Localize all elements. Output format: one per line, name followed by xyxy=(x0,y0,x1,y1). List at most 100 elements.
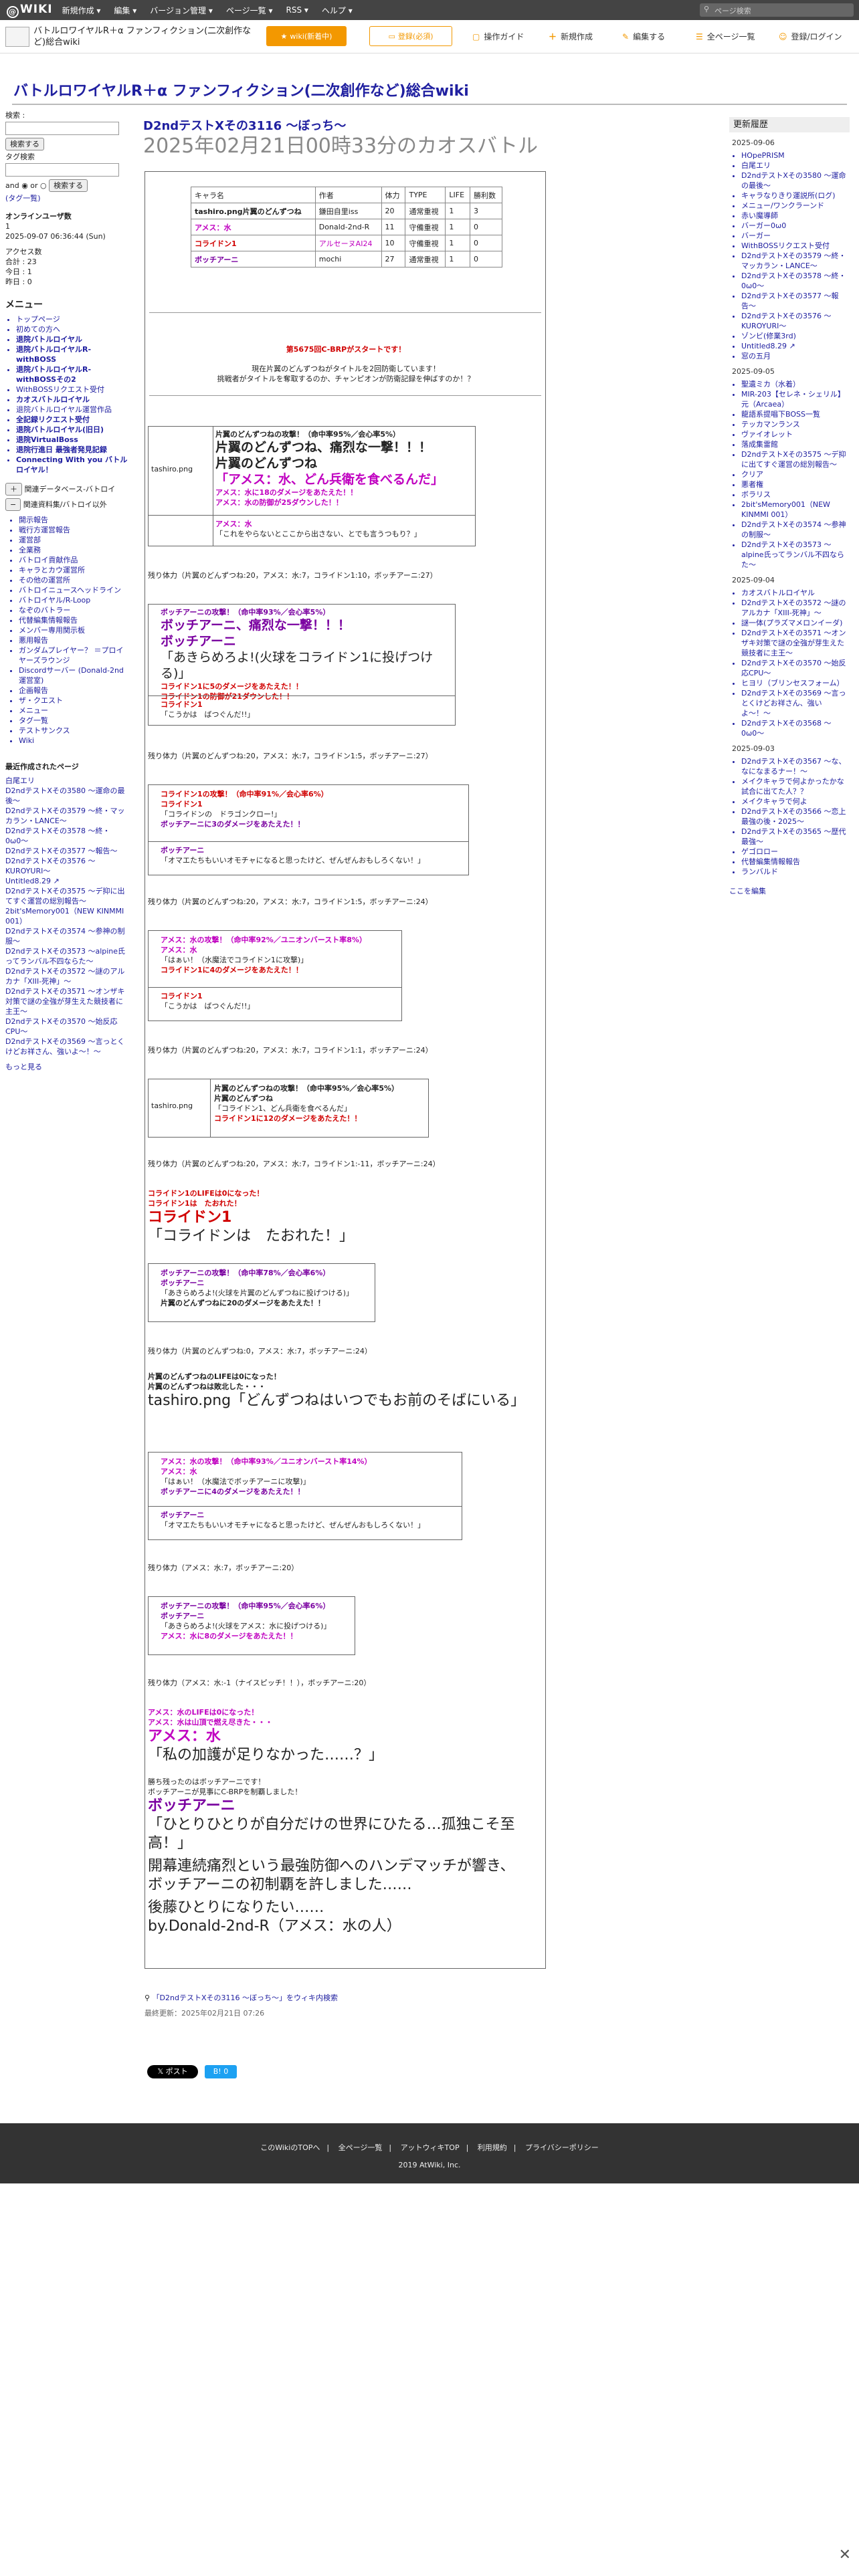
nav-all-pages[interactable]: ☰ 全ページ一覧 xyxy=(696,31,755,42)
update-item[interactable]: ボラリス xyxy=(741,490,850,500)
update-item[interactable]: D2ndテストXその3572 〜謎のアルカナ「XIII-死神」〜 xyxy=(741,598,850,618)
update-item[interactable]: D2ndテストXその3570 〜始反応CPU〜 xyxy=(741,658,850,678)
wiki-search-button[interactable]: 検索する xyxy=(5,138,44,150)
tree-item[interactable]: タグ一覧 xyxy=(19,716,129,726)
update-item[interactable]: テッカマンランス xyxy=(741,419,850,429)
wiki-search-input[interactable] xyxy=(5,122,119,135)
tree-item[interactable]: 全業務 xyxy=(19,545,129,555)
expand-button[interactable]: ＋ xyxy=(5,483,22,496)
recent-item[interactable]: D2ndテストXその3571 〜オンザキ対策で謎の全強が芽生えた競技者に主王〜 xyxy=(5,986,129,1016)
nav-guide[interactable]: ▢ 操作ガイド xyxy=(472,31,524,42)
update-item[interactable]: メイクキャラで何よ xyxy=(741,796,850,807)
menu-item[interactable]: 初めての方へ xyxy=(16,324,129,334)
update-item[interactable]: Untitled8.29 ↗ xyxy=(741,341,850,351)
menu-item[interactable]: 全記録リクエスト受付 xyxy=(16,415,129,425)
tree-item[interactable]: ガンダムプレイヤー？ ＝プロイヤーズラウンジ xyxy=(19,645,129,665)
update-item[interactable]: キャラなりきり運説所(ログ) xyxy=(741,191,850,201)
update-item[interactable]: D2ndテストXその3580 〜運命の最後〜 xyxy=(741,171,850,191)
update-item[interactable]: D2ndテストXその3566 〜恋上最強の後・2025〜 xyxy=(741,807,850,827)
footer-link[interactable]: プライバシーポリシー xyxy=(525,2143,599,2152)
recent-item[interactable]: D2ndテストXその3574 〜参神の制服〜 xyxy=(5,926,129,946)
update-item[interactable]: 2bit'sMemory001（NEW KINMMI 001） xyxy=(741,500,850,520)
menu-version[interactable]: バージョン管理 ▾ xyxy=(150,5,213,16)
update-item[interactable]: 窓の五月 xyxy=(741,351,850,361)
tree-label[interactable]: 関連資料集/バトロイ以外 xyxy=(23,500,107,509)
update-item[interactable]: 代替編集情報報告 xyxy=(741,857,850,867)
update-item[interactable]: ヒヨリ（ブリンセスフォーム） xyxy=(741,678,850,688)
menu-item[interactable]: Connecting With you バトルロイヤル！ xyxy=(16,455,129,475)
site-name[interactable]: バトルロワイヤルR＋α ファンフィクション(二次創作など)総合wiki xyxy=(33,25,254,48)
recent-item[interactable]: D2ndテストXその3580 〜運命の最後〜 xyxy=(5,786,129,806)
update-item[interactable]: D2ndテストXその3571 〜オンザキ対策で謎の全強が芽生えた競技者に主王〜 xyxy=(741,628,850,658)
update-item[interactable]: 落成集雷館 xyxy=(741,439,850,449)
tree-item[interactable]: バトロイヤル/R-Loop xyxy=(19,595,129,605)
tree-item[interactable]: キャラとカウ運営所 xyxy=(19,565,129,575)
tree-item[interactable]: Discordサーバー (Donald-2nd運営室) xyxy=(19,665,129,685)
update-item[interactable]: 聖遺ミカ（水着） xyxy=(741,379,850,389)
update-item[interactable]: D2ndテストXその3568 〜0ω0〜 xyxy=(741,718,850,738)
update-item[interactable]: カオスバトルロイヤル xyxy=(741,588,850,598)
wiki-news-button[interactable]: ★ wiki(新着中) xyxy=(266,26,347,46)
share-x-button[interactable]: 𝕏 ポスト xyxy=(147,2065,198,2078)
recent-item[interactable]: D2ndテストXその3577 〜報告〜 xyxy=(5,846,129,856)
collapse-button[interactable]: − xyxy=(5,498,21,511)
and-radio[interactable]: and xyxy=(5,181,19,190)
update-item[interactable]: ランバルド xyxy=(741,867,850,877)
register-button[interactable]: ▭ 登録(必須) xyxy=(369,26,452,46)
menu-rss[interactable]: RSS ▾ xyxy=(286,5,308,15)
edit-here-link[interactable]: ここを編集 xyxy=(729,887,766,895)
recent-item[interactable]: Untitled8.29 ↗ xyxy=(5,876,129,886)
update-item[interactable]: D2ndテストXその3574 〜参神の制服〜 xyxy=(741,520,850,540)
menu-item[interactable]: 退院バトルロイヤル(旧日) xyxy=(16,425,129,435)
update-item[interactable]: D2ndテストXその3565 〜歴代最強〜 xyxy=(741,827,850,847)
update-item[interactable]: 龍語系提唱下BOSS一覧 xyxy=(741,409,850,419)
footer-link[interactable]: このWikiのTOPへ xyxy=(260,2143,320,2152)
recent-item[interactable]: D2ndテストXその3578 〜終・0ω0〜 xyxy=(5,826,129,846)
recent-item[interactable]: 白尾エリ xyxy=(5,776,129,786)
tree-item[interactable]: メニュー xyxy=(19,706,129,716)
update-item[interactable]: 謎一体(プラズマメロンイーダ) xyxy=(741,618,850,628)
update-item[interactable]: D2ndテストXその3569 〜言っとくけどお祥さん、強いよ〜！〜 xyxy=(741,688,850,718)
update-item[interactable]: WithBOSSリクエスト受付 xyxy=(741,241,850,251)
menu-item[interactable]: カオスバトルロイヤル xyxy=(16,395,129,405)
update-item[interactable]: D2ndテストXその3575 〜デ抑に出てすぐ運営の総別報告〜 xyxy=(741,449,850,469)
update-item[interactable]: ヴァイオレット xyxy=(741,429,850,439)
more-link[interactable]: もっと見る xyxy=(5,1063,42,1071)
tag-list-link[interactable]: (タグ一覧) xyxy=(5,194,41,203)
tree-item[interactable]: 運営部 xyxy=(19,535,129,545)
nav-edit[interactable]: ✎ 編集する xyxy=(622,31,665,42)
menu-item[interactable]: トップページ xyxy=(16,314,129,324)
tree-item[interactable]: メンバー専用関示板 xyxy=(19,625,129,635)
update-item[interactable]: バーガー xyxy=(741,231,850,241)
menu-item[interactable]: 退院バトルロイヤル運営作品 xyxy=(16,405,129,415)
tree-item[interactable]: ザ・クエスト xyxy=(19,695,129,706)
menu-item[interactable]: 退院バトルロイヤル xyxy=(16,334,129,344)
update-item[interactable]: 赤い魔導師 xyxy=(741,211,850,221)
menu-edit[interactable]: 編集 ▾ xyxy=(114,5,136,16)
update-item[interactable]: ゾンビ(修業3rd) xyxy=(741,331,850,341)
menu-item[interactable]: 退院バトルロイヤルR-withBOSSその2 xyxy=(16,364,129,385)
update-item[interactable]: D2ndテストXその3573 〜alpine氏ってランバル不四ならた〜 xyxy=(741,540,850,570)
wiki-search-link[interactable]: 「D2ndテストXその3116 〜ぼっち〜」をウィキ内検索 xyxy=(153,1994,338,2002)
recent-item[interactable]: D2ndテストXその3570 〜始反応CPU〜 xyxy=(5,1016,129,1037)
footer-link[interactable]: アットウィキTOP xyxy=(401,2143,460,2152)
recent-item[interactable]: D2ndテストXその3569 〜言っとくけどお祥さん、強いよ〜！〜 xyxy=(5,1037,129,1057)
menu-item[interactable]: 退院バトルロイヤルR-withBOSS xyxy=(16,344,129,364)
tree-item[interactable]: バトロイ貢献作品 xyxy=(19,555,129,565)
tree-item[interactable]: 企画報告 xyxy=(19,685,129,695)
update-item[interactable]: MIR-203【セレネ・シェリル】元（Arcaea） xyxy=(741,389,850,409)
close-icon[interactable]: ✕ xyxy=(839,2547,851,2563)
page-search-input[interactable]: ⚲ ページ検索 xyxy=(700,3,854,17)
nav-login[interactable]: ☺ 登録/ログイン xyxy=(779,31,842,42)
tree-item[interactable]: なぞのバトラー xyxy=(19,605,129,615)
update-item[interactable]: HOpePRISM xyxy=(741,150,850,160)
recent-item[interactable]: D2ndテストXその3573 〜alpine氏ってランバル不四ならた〜 xyxy=(5,946,129,966)
tag-search-input[interactable] xyxy=(5,163,119,177)
menu-item[interactable]: 退院行進日 最強者発見記録 xyxy=(16,445,129,455)
update-item[interactable]: D2ndテストXその3576 〜KUROYURI〜 xyxy=(741,311,850,331)
footer-link[interactable]: 全ページ一覧 xyxy=(339,2143,383,2152)
tree-item[interactable]: テストサンクス xyxy=(19,726,129,736)
menu-item[interactable]: WithBOSSリクエスト受付 xyxy=(16,385,129,395)
update-item[interactable]: D2ndテストXその3577 〜報告〜 xyxy=(741,291,850,311)
recent-item[interactable]: D2ndテストXその3572 〜謎のアルカナ「XIII-死神」〜 xyxy=(5,966,129,986)
